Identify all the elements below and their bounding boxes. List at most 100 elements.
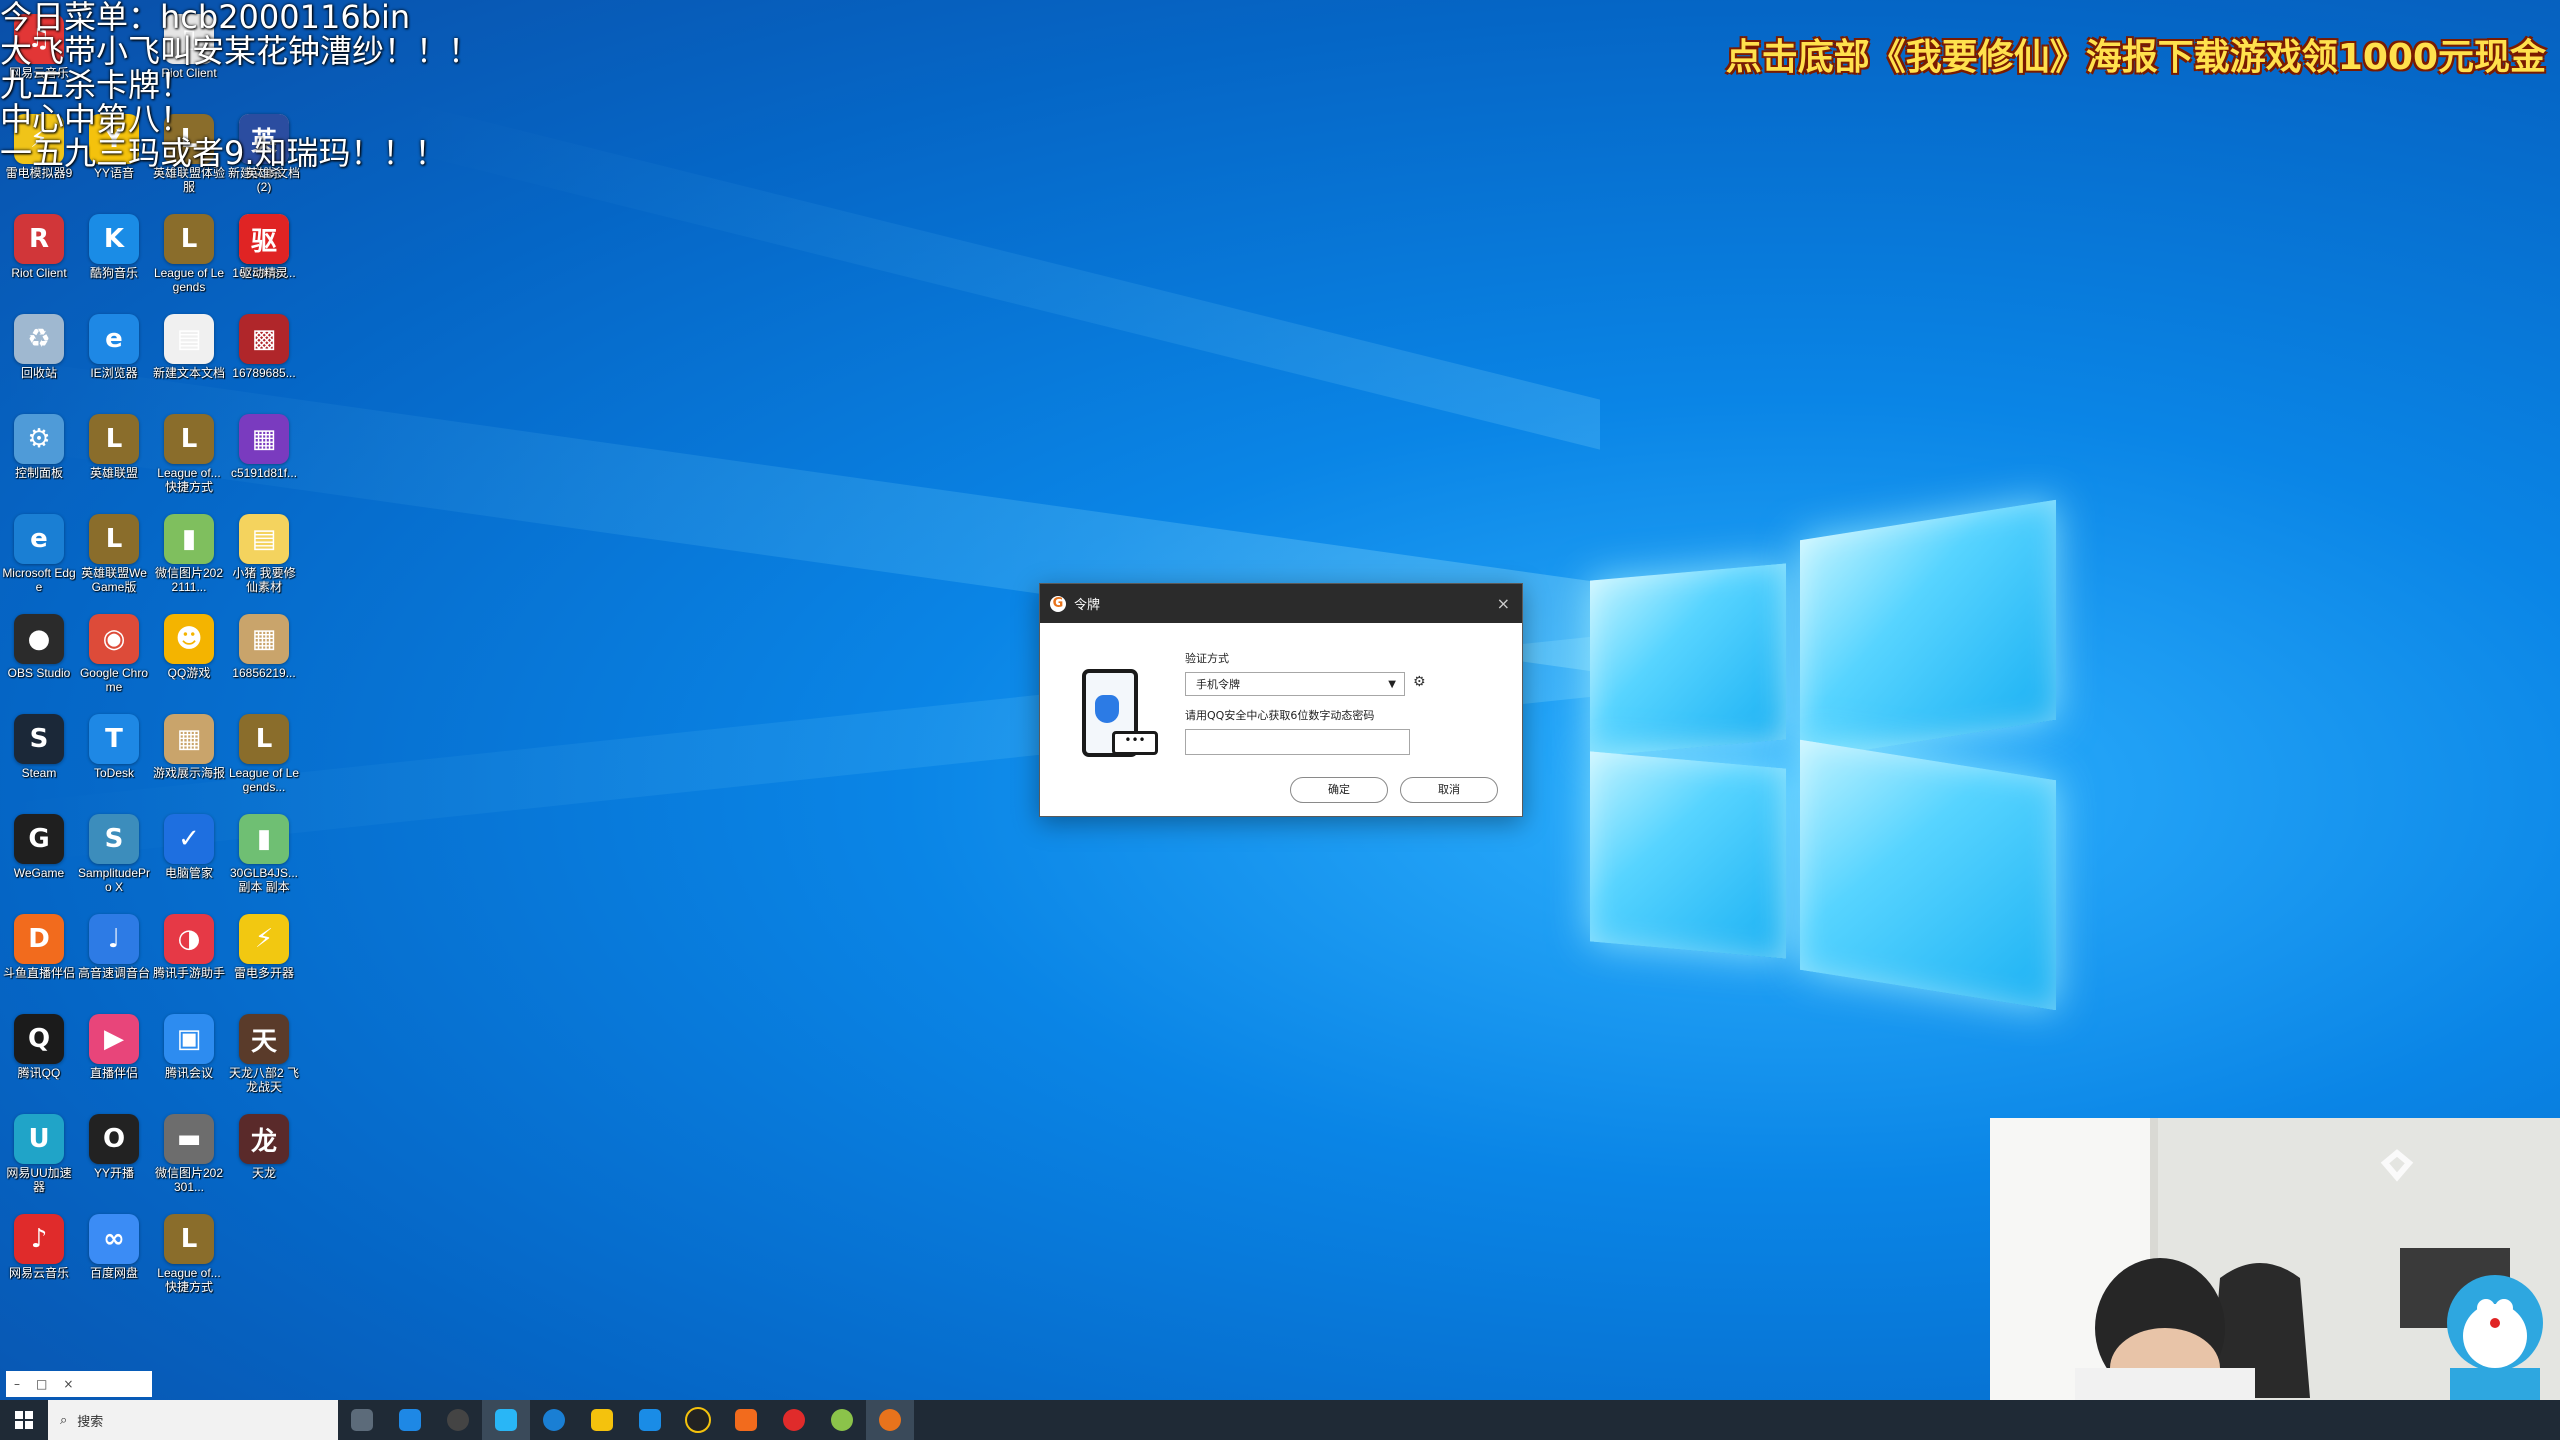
desktop-icon[interactable]: T ToDesk [77,712,151,808]
taskbar-app-1[interactable] [386,1400,434,1440]
confirm-button[interactable]: 确定 [1290,777,1388,803]
desktop-icon[interactable]: ▩ 16789685... [227,312,301,408]
desktop-icon-label: WeGame [13,866,65,880]
app-icon: ▮ [164,514,214,564]
desktop-icon[interactable]: L League of...快捷方式 [152,1212,226,1308]
gear-icon[interactable]: ⚙ [1413,674,1426,690]
desktop-icon[interactable]: R Riot Client [2,212,76,308]
desktop-icon[interactable]: ☻ QQ游戏 [152,612,226,708]
desktop-icon[interactable]: L 英雄联盟 [77,412,151,508]
app-icon [831,1409,853,1431]
desktop-icon[interactable]: U 网易UU加速器 [2,1112,76,1208]
dialog-close-button[interactable]: × [1497,594,1510,613]
token-dialog: G 令牌 × ••• 验证方式 手机令牌 ▼ ⚙ 请用QQ安全中心获取6位数字动… [1039,583,1523,817]
taskbar-app-wegame[interactable] [866,1400,914,1440]
taskbar-app-netease[interactable] [770,1400,818,1440]
maximize-button[interactable]: □ [36,1377,47,1391]
desktop-icon[interactable]: ▣ 腾讯会议 [152,1012,226,1108]
task-view-button[interactable] [338,1400,386,1440]
taskbar-app-2[interactable] [434,1400,482,1440]
overlay-line-5: 一五九三玛或者9.知瑞玛！！！ [0,134,447,172]
desktop-icon[interactable]: S Steam [2,712,76,808]
desktop-icon[interactable]: ▮ 30GLB4JS... 副本 副本 [227,812,301,908]
app-icon: ▩ [239,314,289,364]
desktop-icon[interactable]: ◉ Google Chrome [77,612,151,708]
minimize-button[interactable]: – [14,1377,20,1391]
desktop-icon[interactable]: ⚙ 控制面板 [2,412,76,508]
desktop-icon[interactable]: ▶ 直播伴侣 [77,1012,151,1108]
desktop-icon[interactable]: L League of...快捷方式 [152,412,226,508]
desktop-icon[interactable]: e IE浏览器 [77,312,151,408]
desktop-icon[interactable]: Q 腾讯QQ [2,1012,76,1108]
desktop-icon[interactable]: ▦ 游戏展示海报 [152,712,226,808]
taskbar-app-kugou[interactable] [626,1400,674,1440]
app-icon: ◉ [89,614,139,664]
desktop-icon-label: League of...快捷方式 [157,1266,221,1294]
desktop-icon[interactable]: L 英雄联盟WeGame版 [77,512,151,608]
desktop-icon[interactable]: L League of Legends... [227,712,301,808]
kugou-icon [639,1409,661,1431]
app-icon [399,1409,421,1431]
desktop-icon[interactable]: ⚡ 雷电多开器 [227,912,301,1008]
desktop-icon[interactable]: ▦ c5191d81f... [227,412,301,508]
app-icon: L [164,414,214,464]
desktop-icon[interactable]: ♩ 高音速调音台 [77,912,151,1008]
desktop-icon[interactable]: ◑ 腾讯手游助手 [152,912,226,1008]
close-button[interactable]: × [63,1377,73,1391]
desktop-icon[interactable]: 龙天龙 [227,1112,301,1208]
desktop-icon[interactable]: ∞ 百度网盘 [77,1212,151,1308]
folder-icon [591,1409,613,1431]
taskbar-search-box[interactable]: ⌕ 搜索 [48,1400,338,1440]
desktop-icon[interactable]: ▬ 微信图片202301... [152,1112,226,1208]
verify-method-value: 手机令牌 [1196,678,1240,691]
desktop-icon[interactable]: L League of Legends [152,212,226,308]
desktop-icon[interactable]: ♪ 网易云音乐 [2,1212,76,1308]
desktop-icon-label: 微信图片2022111... [154,566,224,594]
desktop-icon[interactable]: e Microsoft Edge [2,512,76,608]
overlay-line-3: 九五杀卡牌！ [0,66,193,104]
desktop-icon[interactable]: ✓ 电脑管家 [152,812,226,908]
desktop-icon[interactable]: K 酷狗音乐 [77,212,151,308]
dialog-titlebar[interactable]: G 令牌 × [1040,584,1522,623]
desktop-icon[interactable]: G WeGame [2,812,76,908]
desktop-icon-label: 酷狗音乐 [89,266,138,280]
taskbar-app-3[interactable] [482,1400,530,1440]
webcam-feed [1990,1118,2560,1400]
taskbar-app-edge[interactable] [530,1400,578,1440]
desktop-icon-label: QQ游戏 [167,666,211,680]
verify-method-select[interactable]: 手机令牌 ▼ [1185,672,1405,696]
desktop-icon[interactable]: ● OBS Studio [2,612,76,708]
app-icon: 天 [239,1014,289,1064]
desktop-icon[interactable]: 驱驱动精灵 [227,212,301,308]
start-button[interactable] [0,1400,48,1440]
wegame-logo-icon: G [1050,595,1066,612]
phone-shield-icon: ••• [1082,669,1158,757]
dynamic-code-input[interactable] [1185,729,1410,755]
desktop-icon-label: SamplitudePro X [77,866,151,894]
desktop-icon[interactable]: S SamplitudePro X [77,812,151,908]
mini-window-thumb[interactable]: – □ × [6,1371,152,1397]
app-icon: ▤ [164,314,214,364]
desktop-icon[interactable]: O YY开播 [77,1112,151,1208]
desktop-icon[interactable]: ▤ 新建文本文档 [152,312,226,408]
desktop-icon[interactable]: ▤ 小猪 我要修仙素材 [227,512,301,608]
overlay-line-1: 今日菜单：hcb2000116bin [0,0,411,36]
desktop-icon[interactable]: 天天龙八部2 飞龙战天 [227,1012,301,1108]
desktop-icon[interactable]: ♻ 回收站 [2,312,76,408]
app-icon: ▤ [239,514,289,564]
desktop-icon[interactable]: ▦ 16856219... [227,612,301,708]
app-icon: Q [14,1014,64,1064]
app-icon: 驱 [239,214,289,264]
taskbar-app-game[interactable] [818,1400,866,1440]
desktop-icon-label: 小猪 我要修仙素材 [232,566,296,594]
taskbar-app-yy[interactable] [674,1400,722,1440]
app-icon: ∞ [89,1214,139,1264]
app-icon: K [89,214,139,264]
taskbar-app-douyu[interactable] [722,1400,770,1440]
cancel-button[interactable]: 取消 [1400,777,1498,803]
desktop-icon[interactable]: D 斗鱼直播伴侣 [2,912,76,1008]
taskbar-app-explorer[interactable] [578,1400,626,1440]
desktop-icon-label: 直播伴侣 [89,1066,138,1080]
desktop-icon[interactable]: ▮ 微信图片2022111... [152,512,226,608]
desktop-icon-label: 新建文本文档 [152,366,225,380]
